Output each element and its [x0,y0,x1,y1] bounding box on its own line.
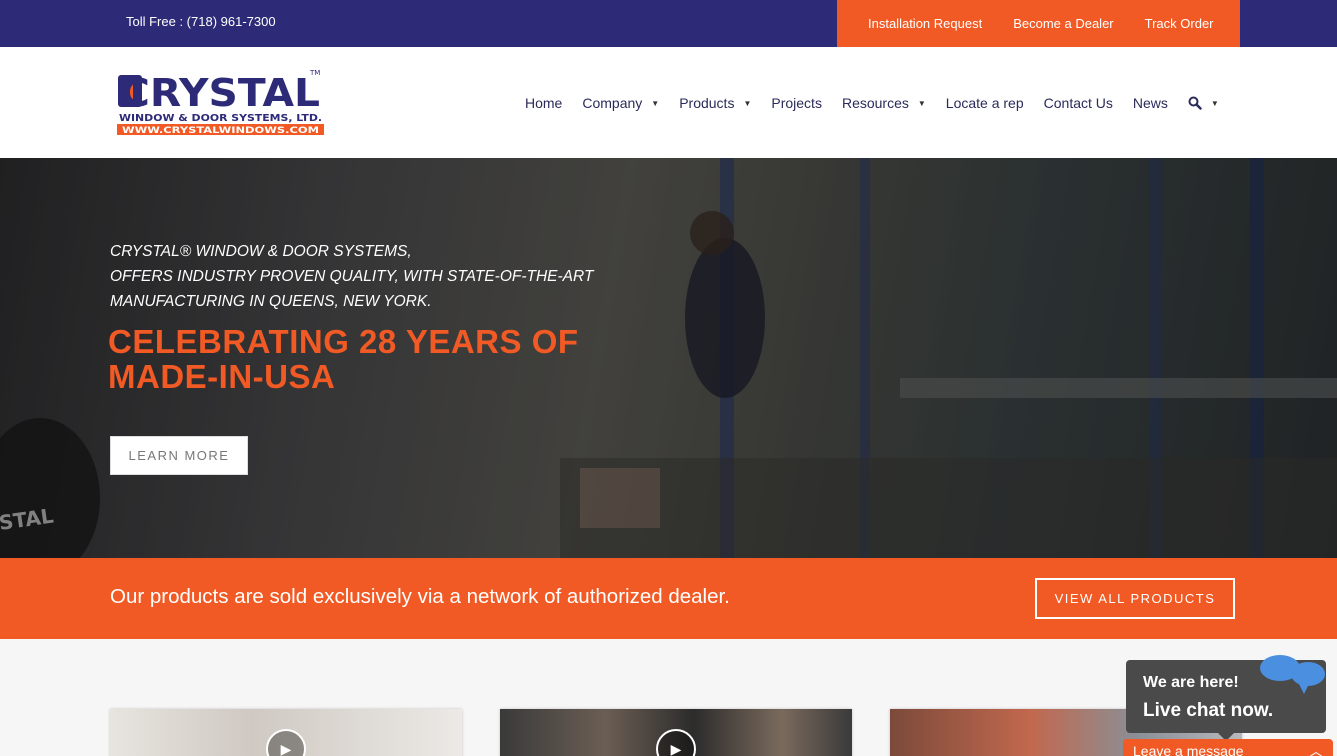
toll-free-phone[interactable]: Toll Free : (718) 961-7300 [126,14,276,29]
nav-search[interactable]: ▼ [1188,96,1219,110]
dealer-text: Our products are sold exclusively via a … [110,585,730,608]
video-card[interactable]: ▶ [500,709,852,756]
hero-banner: STAL CRYSTAL® WINDOW & DOOR SYSTEMS, OFF… [0,158,1337,558]
nav-home-label: Home [525,95,563,111]
logo-url: WWW.CRYSTALWINDOWS.COM [122,126,319,136]
caret-down-icon: ▼ [651,98,660,108]
main-nav: Home Company ▼ Products ▼ Projects Resourc… [525,95,1239,111]
video-card[interactable]: ▶ [110,709,462,756]
logo-tm: TM [309,69,320,77]
hero-tagline: CRYSTAL® WINDOW & DOOR SYSTEMS, OFFERS I… [110,239,593,314]
hero-headline-line: MADE-IN-USA [108,358,336,395]
track-order-link[interactable]: Track Order [1145,16,1214,31]
caret-down-icon: ▼ [1210,98,1219,108]
nav-projects-label: Projects [771,95,822,111]
crystal-logo[interactable]: CRYSTAL TM WINDOW & DOOR SYSTEMS, LTD. W… [116,69,326,137]
nav-contact-label: Contact Us [1043,95,1113,111]
hero-tagline-line: CRYSTAL® WINDOW & DOOR SYSTEMS, [110,243,412,260]
leave-message-bar[interactable]: Leave a message ︿ [1123,739,1333,756]
nav-products-label: Products [679,95,735,111]
play-icon[interactable]: ▶ [656,729,696,756]
nav-resources[interactable]: Resources ▼ [842,95,926,111]
nav-company-label: Company [582,95,643,111]
nav-locate-rep[interactable]: Locate a rep [946,95,1024,111]
chat-line-1: We are here! [1143,674,1239,691]
installation-request-link[interactable]: Installation Request [868,16,982,31]
nav-company[interactable]: Company ▼ [582,95,659,111]
hero-headline-line: CELEBRATING 28 YEARS OF [108,323,579,360]
caret-down-icon: ▼ [917,98,926,108]
hero-tagline-line: OFFERS INDUSTRY PROVEN QUALITY, WITH STA… [110,268,594,285]
site-header: CRYSTAL TM WINDOW & DOOR SYSTEMS, LTD. W… [0,47,1337,158]
chat-line-2: Live chat now. [1143,700,1274,721]
logo-subtitle: WINDOW & DOOR SYSTEMS, LTD. [119,113,322,124]
nav-locate-label: Locate a rep [945,95,1024,111]
nav-home[interactable]: Home [525,95,562,111]
search-icon [1188,96,1202,110]
nav-news-label: News [1132,95,1168,111]
logo-wordmark: CRYSTAL [120,71,320,115]
leave-message-label: Leave a message [1133,743,1244,756]
hero-headline: CELEBRATING 28 YEARS OF MADE-IN-USA [108,324,579,394]
nav-news[interactable]: News [1133,95,1168,111]
nav-contact[interactable]: Contact Us [1044,95,1113,111]
view-all-products-button[interactable]: VIEW ALL PRODUCTS [1035,578,1235,619]
dealer-band: Our products are sold exclusively via a … [0,558,1337,639]
play-icon[interactable]: ▶ [266,729,306,756]
quick-links: Installation Request Become a Dealer Tra… [837,0,1240,47]
nav-products[interactable]: Products ▼ [679,95,751,111]
nav-resources-label: Resources [841,95,909,111]
chevron-up-icon[interactable]: ︿ [1309,741,1323,756]
become-dealer-link[interactable]: Become a Dealer [1013,16,1113,31]
hero-tagline-line: MANUFACTURING IN QUEENS, NEW YORK. [110,293,432,310]
nav-projects[interactable]: Projects [771,95,822,111]
top-bar: Toll Free : (718) 961-7300 Installation … [0,0,1337,47]
chat-bubbles-icon [1260,655,1325,694]
learn-more-button[interactable]: LEARN MORE [110,436,248,475]
caret-down-icon: ▼ [743,98,752,108]
live-chat-widget[interactable]: We are here! Live chat now. [1126,655,1326,741]
